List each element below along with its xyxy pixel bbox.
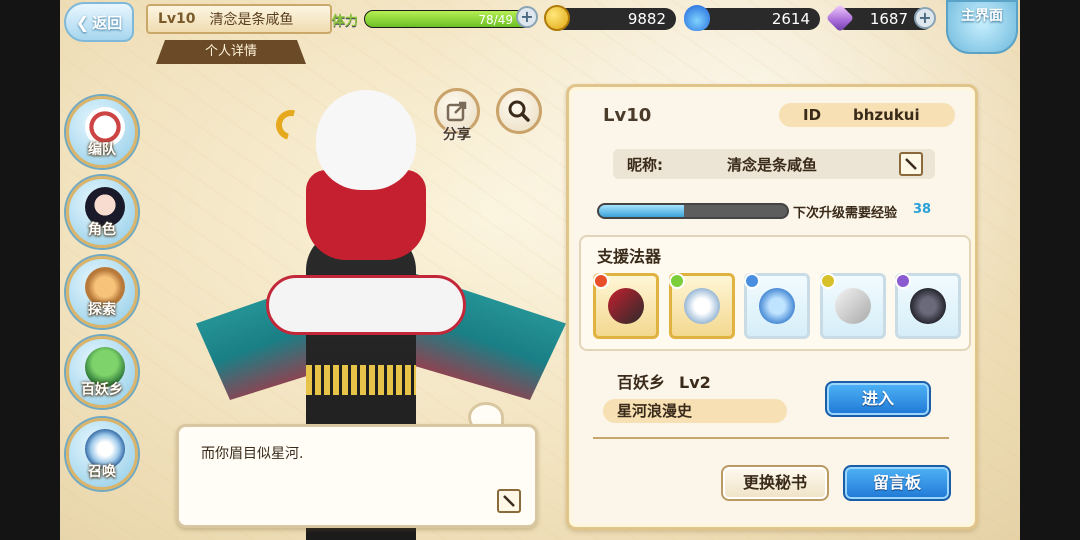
sidebar-item-label: 编队	[88, 142, 116, 158]
character-head	[316, 90, 416, 190]
player-level: Lv10	[158, 11, 196, 27]
home-button[interactable]: 主界面	[946, 0, 1018, 54]
exp-progress-bar	[597, 203, 789, 219]
spirit-amount: 2614	[771, 10, 810, 28]
blue-earrings-artifact-icon	[759, 288, 795, 324]
gold-coin-icon	[544, 5, 570, 31]
enter-village-button[interactable]: 进入	[825, 381, 931, 417]
gem-icon	[825, 3, 855, 33]
spirit-counter: 2614	[684, 5, 820, 31]
share-icon	[446, 101, 467, 122]
character-arms	[266, 275, 466, 335]
back-label: 返回	[92, 13, 123, 32]
pencil-icon	[905, 158, 917, 170]
silver-halo-artifact-icon	[683, 288, 720, 324]
sidebar-item-label: 角色	[88, 222, 116, 238]
artifact-slot[interactable]	[668, 273, 735, 339]
profile-panel: Lv10 ID bhzukui 昵称: 清念是条咸鱼 下次升级需要经验 38 支…	[566, 84, 978, 530]
left-horn	[270, 104, 312, 146]
pencil-icon	[503, 495, 515, 507]
character-quote: 而你眉目似星河.	[201, 446, 304, 462]
sidebar-item-label: 百妖乡	[81, 382, 123, 398]
player-level-plate: Lv10 清念是条咸鱼	[146, 4, 332, 34]
sidebar-item-village[interactable]: 百妖乡	[66, 336, 138, 408]
artifact-slot[interactable]	[819, 273, 886, 339]
exp-label: 下次升级需要经验	[793, 206, 898, 221]
change-secretary-button[interactable]: 更换秘书	[721, 465, 829, 501]
element-badge-icon	[593, 273, 609, 289]
edit-nickname-button[interactable]	[899, 152, 923, 176]
gold-amount: 9882	[627, 10, 666, 28]
letterbox-right	[1020, 0, 1080, 540]
artifact-slot[interactable]	[593, 273, 659, 339]
message-board-button[interactable]: 留言板	[843, 465, 951, 501]
sidebar-item-summon[interactable]: 召唤	[66, 418, 138, 490]
edit-quote-button[interactable]	[497, 489, 521, 513]
stamina-label: 体力	[332, 13, 359, 29]
blue-flame-icon	[684, 5, 710, 31]
nickname-label: 昵称:	[627, 155, 663, 174]
exp-value: 38	[913, 202, 932, 217]
village-name: 星河浪漫史	[603, 399, 787, 423]
element-badge-icon	[895, 273, 911, 289]
sidebar-item-team[interactable]: 编队	[66, 96, 138, 168]
gem-amount: 1687	[869, 10, 908, 28]
speech-bubble: 而你眉目似星河.	[176, 424, 538, 528]
nickname-value: 清念是条咸鱼	[727, 155, 818, 174]
stamina-meter: 体力 78/49 +	[332, 6, 538, 30]
support-title: 支援法器	[597, 247, 662, 266]
artifact-slot[interactable]	[744, 273, 810, 339]
profile-level: Lv10	[603, 105, 652, 126]
letterbox-left	[0, 0, 60, 540]
player-id-pill: ID bhzukui	[779, 103, 955, 127]
sidebar-item-explore[interactable]: 探索	[66, 256, 138, 328]
village-label: 百妖乡	[617, 373, 666, 392]
element-badge-icon	[819, 273, 836, 289]
nickname-row: 昵称: 清念是条咸鱼	[613, 149, 935, 179]
character-belt	[306, 365, 416, 395]
village-level: Lv2	[679, 373, 711, 392]
search-icon	[508, 100, 530, 122]
exp-fill	[599, 205, 684, 217]
silver-lantern-artifact-icon	[834, 288, 871, 324]
share-label: 分享	[443, 127, 471, 143]
crimson-fan-artifact-icon	[608, 288, 644, 324]
id-label: ID	[803, 106, 822, 124]
id-value: bhzukui	[853, 106, 920, 124]
support-artifacts-box: 支援法器	[579, 235, 971, 351]
stamina-text: 78/49	[478, 13, 513, 27]
game-stage: ❮ 返回 Lv10 清念是条咸鱼 个人详情 体力 78/49 + 9882 26…	[60, 0, 1020, 540]
chevron-left-icon: ❮	[75, 12, 90, 32]
back-button[interactable]: ❮ 返回	[64, 2, 134, 42]
zoom-button[interactable]	[496, 88, 542, 134]
gold-counter: 9882	[544, 5, 676, 31]
add-gems-button[interactable]: +	[914, 7, 936, 29]
gem-counter: 1687 +	[825, 3, 936, 33]
black-chain-artifact-icon	[910, 288, 946, 324]
sidebar-item-label: 探索	[88, 302, 116, 318]
village-info: 百妖乡 Lv2	[617, 369, 711, 393]
sidebar-item-label: 召唤	[88, 464, 116, 480]
artifact-slot[interactable]	[895, 273, 961, 339]
add-stamina-button[interactable]: +	[516, 6, 538, 28]
player-name: 清念是条咸鱼	[209, 12, 294, 28]
sidebar-item-character[interactable]: 角色	[66, 176, 138, 248]
divider	[593, 437, 949, 439]
element-badge-icon	[668, 273, 685, 289]
stamina-bar: 78/49	[364, 10, 536, 28]
element-badge-icon	[744, 273, 760, 289]
